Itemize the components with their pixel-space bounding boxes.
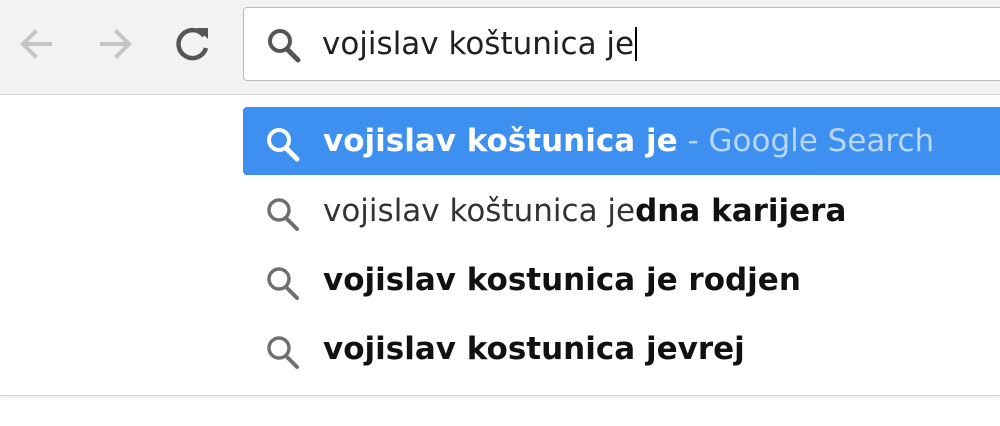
suggestion-query: vojislav koštunica je — [323, 193, 636, 229]
suggestion-text: vojislav koštunica je - Google Search — [323, 121, 934, 161]
suggestion-completion: dna karijera — [635, 193, 847, 229]
text-caret — [635, 27, 638, 61]
suggestion-item[interactable]: vojislav kostunica je rodjen — [243, 246, 1000, 314]
search-icon — [267, 336, 299, 369]
search-icon — [267, 198, 299, 231]
search-icon — [267, 128, 300, 162]
reload-icon — [176, 27, 209, 61]
suggestion-dropdown: vojislav koštunica je - Google Search vo… — [0, 95, 1000, 396]
address-bar[interactable]: vojislav koštunica je — [243, 7, 1000, 81]
suggestion-text: vojislav kostunica je rodjen — [323, 260, 801, 300]
address-bar-text[interactable]: vojislav koštunica je — [322, 24, 638, 64]
suggestion-item[interactable]: vojislav kostunica jevrej — [243, 315, 1000, 383]
address-bar-value: vojislav koštunica je — [322, 26, 635, 62]
search-icon — [267, 267, 299, 300]
browser-toolbar: vojislav koštunica je — [0, 0, 1000, 95]
suggestion-text: vojislav koštunica jedna karijera — [323, 191, 846, 231]
suggestion-text: vojislav kostunica jevrej — [323, 329, 745, 369]
search-icon — [268, 29, 301, 63]
suggestion-completion: vojislav kostunica je rodjen — [323, 262, 801, 298]
suggestion-completion: vojislav kostunica jevrej — [323, 331, 745, 367]
arrow-left-icon — [20, 29, 52, 59]
suggestion-suffix: - Google Search — [677, 123, 935, 159]
suggestion-query: vojislav koštunica je — [323, 123, 678, 159]
forward-button[interactable] — [92, 20, 140, 68]
arrow-right-icon — [100, 29, 132, 59]
suggestion-item[interactable]: vojislav koštunica jedna karijera — [243, 177, 1000, 245]
reload-button[interactable] — [168, 20, 216, 68]
back-button[interactable] — [12, 20, 60, 68]
suggestion-item-selected[interactable]: vojislav koštunica je - Google Search — [243, 107, 1000, 175]
